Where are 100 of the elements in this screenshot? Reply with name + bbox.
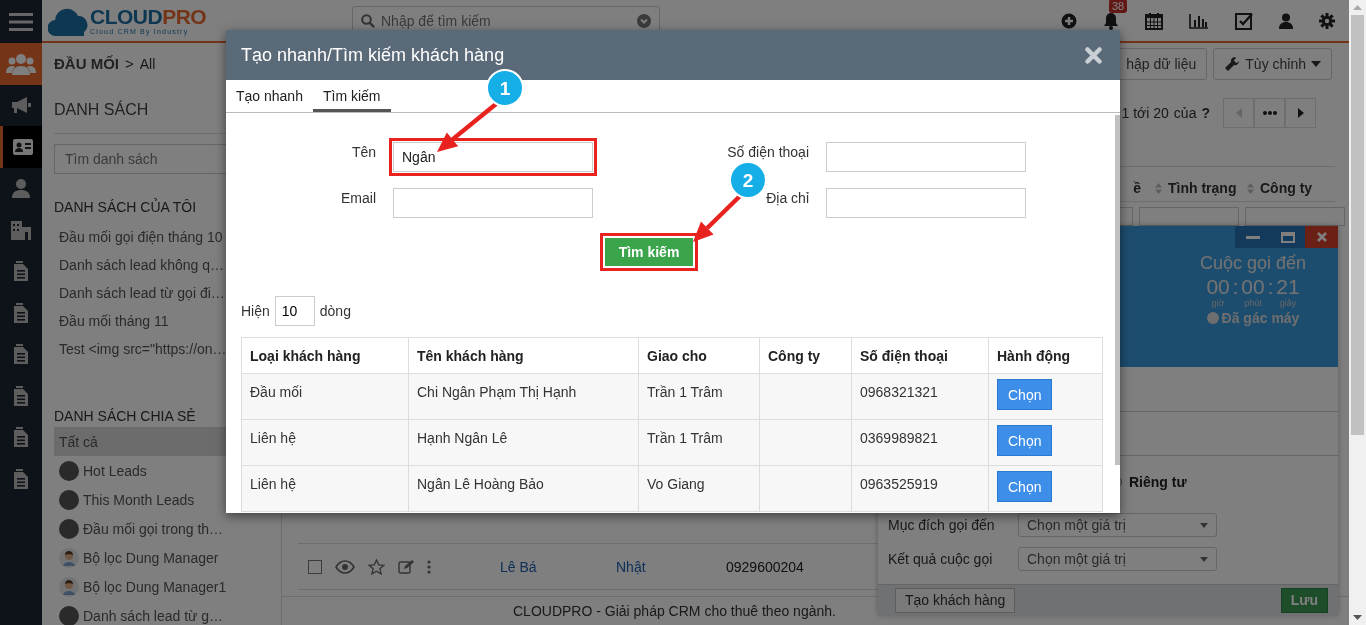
column-header[interactable]: Tình trạng (1153, 180, 1247, 196)
timer-value: 00 (1206, 276, 1230, 298)
pagination-total[interactable]: ? (1201, 105, 1210, 121)
lead-name-link[interactable]: Lê Bá (500, 558, 603, 575)
tab[interactable]: Tìm kiếm (312, 88, 391, 112)
close-button[interactable] (1305, 226, 1338, 248)
column-header: Giao cho (638, 337, 760, 374)
choose-button[interactable]: Chọn (997, 471, 1053, 502)
breadcrumb-separator: > (125, 55, 134, 72)
checkbox-icon[interactable] (1235, 11, 1253, 30)
bell-icon[interactable] (1103, 11, 1119, 30)
field-label: Số điện thoại (727, 144, 809, 160)
avatar-icon (59, 605, 79, 625)
pagination-range: 1 tới 20 (1121, 105, 1169, 121)
input-field[interactable]: Ngân (393, 142, 593, 172)
choose-button[interactable]: Chọn (997, 379, 1053, 410)
maximize-button[interactable] (1270, 226, 1305, 248)
scroll-up-icon[interactable] (1353, 5, 1362, 10)
table-cell: Hạnh Ngân Lê (408, 419, 639, 466)
assignee-link[interactable]: Nhật (616, 558, 713, 575)
star-icon[interactable] (368, 558, 385, 575)
chevron-down-icon[interactable] (637, 13, 651, 28)
search-icon (361, 13, 375, 28)
dialog-title: Tạo nhanh/Tìm kiếm khách hàng (241, 44, 505, 66)
avatar-icon (59, 518, 79, 539)
timer-unit: phút (1244, 298, 1262, 308)
field-label: Email (341, 190, 376, 206)
wrench-icon (1224, 56, 1241, 72)
settings-icon[interactable] (1319, 12, 1335, 29)
filter-field[interactable] (1139, 207, 1239, 226)
avatar-icon (59, 547, 79, 568)
eye-icon[interactable] (335, 559, 355, 574)
scroll-down-icon[interactable] (1353, 615, 1362, 620)
breadcrumb-module[interactable]: ĐẦU MỐI (54, 55, 119, 72)
choose-button[interactable]: Chọn (997, 425, 1053, 456)
page-size-label: Hiện (241, 303, 270, 319)
contact-card-icon (11, 137, 34, 156)
field-label: Mục đích gọi đến (888, 517, 996, 533)
call-title: Cuộc gọi đến (1199, 253, 1307, 274)
user-icon[interactable] (1279, 12, 1293, 29)
caret-icon (1200, 556, 1208, 562)
step-marker: 1 (486, 69, 524, 107)
list-item[interactable]: Bộ lọc Dung Manager1 (54, 572, 281, 601)
create-customer-button[interactable]: Tạo khách hàng (895, 587, 1016, 613)
avatar-icon (59, 489, 79, 510)
sort-icon (1155, 182, 1162, 194)
notification-count: 38 (1109, 0, 1128, 13)
avatar-icon (59, 576, 79, 597)
more-pages-button[interactable] (1254, 98, 1285, 128)
input-field[interactable] (393, 188, 593, 218)
input-field[interactable] (826, 188, 1026, 218)
scrollbar-thumb[interactable] (1115, 115, 1120, 465)
column-header: Công ty (759, 337, 852, 374)
list-group-title: DANH SÁCH CỦA TÔI (54, 199, 198, 215)
table-cell: Liên hệ (241, 419, 409, 466)
save-button[interactable]: Lưu (1280, 587, 1328, 613)
maximize-icon (1280, 231, 1295, 243)
more-icon[interactable] (427, 559, 431, 574)
customize-dropdown[interactable]: Tùy chỉnh (1213, 48, 1332, 80)
list-item[interactable]: Danh sách lead từ g… (54, 601, 281, 625)
close-icon[interactable] (1085, 46, 1102, 64)
list-item[interactable]: Đầu mối gọi trong th… (54, 514, 281, 543)
filter-field[interactable] (1245, 207, 1345, 226)
status-dot (1206, 312, 1219, 324)
calendar-icon[interactable] (1145, 11, 1163, 30)
table-cell: Liên hệ (241, 465, 409, 512)
field-label: Tên (351, 144, 376, 160)
table-cell: 0369989821 (851, 419, 989, 466)
caret-icon (1311, 61, 1321, 67)
select-field[interactable]: Chọn một giá trị (1018, 513, 1217, 537)
ellipsis-icon (1262, 111, 1277, 115)
document-icon (13, 344, 29, 365)
table-cell: Đầu mối (241, 373, 409, 420)
page-size-label: dòng (319, 303, 351, 319)
search-button[interactable]: Tìm kiếm (603, 237, 695, 267)
select-field[interactable]: Chọn một giá trị (1018, 547, 1217, 571)
menu-icon (9, 11, 33, 32)
table-cell: 0963525919 (851, 465, 989, 512)
nav-item[interactable] (0, 126, 42, 168)
nav-item[interactable] (0, 43, 42, 85)
input-field[interactable] (826, 142, 1026, 172)
timer-unit: giờ (1211, 298, 1225, 308)
minimize-button[interactable] (1235, 226, 1270, 248)
add-icon[interactable] (1061, 12, 1077, 29)
chevron-right-icon (1297, 108, 1304, 118)
page-size-field[interactable]: 10 (274, 296, 315, 326)
table-cell: Trần 1 Trâm (638, 373, 760, 420)
list-item[interactable]: Bộ lọc Dung Manager (54, 543, 281, 572)
checkbox[interactable] (308, 559, 322, 574)
list-group-title: DANH SÁCH CHIA SẺ (54, 408, 197, 424)
bar-chart-icon[interactable] (1189, 12, 1209, 29)
next-page-button[interactable] (1285, 98, 1316, 128)
step-marker: 2 (729, 161, 767, 199)
footer-text: CLOUDPRO - Giải pháp CRM cho thuê theo ngành. (513, 603, 836, 619)
column-header: Loại khách hàng (241, 337, 409, 374)
edit-icon[interactable] (398, 558, 414, 575)
scrollbar[interactable] (1349, 0, 1366, 625)
avatar-icon (59, 460, 79, 481)
column-header[interactable]: Công ty (1247, 180, 1335, 196)
scrollbar-thumb[interactable] (1351, 15, 1364, 435)
